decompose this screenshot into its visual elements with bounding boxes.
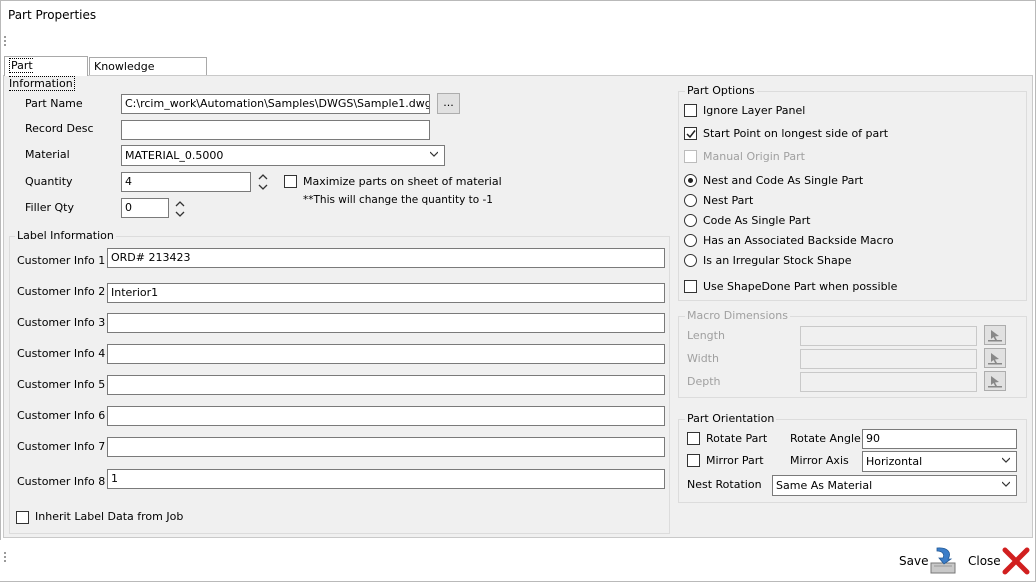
customer-info-3-input[interactable] xyxy=(107,313,665,333)
save-label: Save xyxy=(899,554,929,568)
chevron-down-icon xyxy=(1002,481,1010,487)
customer-info-7-input[interactable] xyxy=(107,437,665,457)
part-name-label: Part Name xyxy=(25,97,83,110)
customer-info-8-label: Customer Info 8 xyxy=(17,475,106,488)
depth-input[interactable] xyxy=(800,372,977,392)
part-name-input[interactable]: C:\rcim_work\Automation\Samples\DWGS\Sam… xyxy=(121,94,430,114)
customer-info-4-label: Customer Info 4 xyxy=(17,347,106,360)
tab-part-information[interactable]: Part Information xyxy=(4,56,88,91)
shapedone-label: Use ShapeDone Part when possible xyxy=(703,280,898,293)
part-orientation-title: Part Orientation xyxy=(685,412,777,425)
radio-nest-part[interactable] xyxy=(684,194,697,207)
ignore-layer-label: Ignore Layer Panel xyxy=(703,104,806,117)
bottom-toolbar-grip[interactable] xyxy=(4,552,8,562)
customer-info-3-label: Customer Info 3 xyxy=(17,316,106,329)
inherit-label-checkbox[interactable] xyxy=(16,511,29,524)
pick-arrow-icon xyxy=(988,376,1002,388)
maximize-checkbox[interactable] xyxy=(284,175,297,188)
customer-info-1-input[interactable]: ORD# 213423 xyxy=(107,248,665,268)
manual-origin-label: Manual Origin Part xyxy=(703,150,805,163)
radio-backside-macro-label: Has an Associated Backside Macro xyxy=(703,234,894,247)
rotate-angle-label: Rotate Angle xyxy=(790,432,861,445)
browse-button[interactable]: ... xyxy=(437,93,460,114)
filler-qty-label: Filler Qty xyxy=(25,201,74,214)
quantity-spinner-icon[interactable] xyxy=(258,173,268,191)
chevron-down-icon xyxy=(430,151,438,157)
save-button[interactable]: Save xyxy=(896,545,962,577)
depth-pick-button[interactable] xyxy=(984,371,1006,391)
customer-info-7-label: Customer Info 7 xyxy=(17,440,106,453)
mirror-axis-dropdown[interactable]: Horizontal xyxy=(862,451,1017,472)
customer-info-6-label: Customer Info 6 xyxy=(17,409,106,422)
nest-rotation-label: Nest Rotation xyxy=(687,478,762,491)
save-tray-icon xyxy=(930,547,956,574)
material-label: Material xyxy=(25,148,70,161)
rotate-part-checkbox[interactable] xyxy=(687,432,700,445)
customer-info-2-label: Customer Info 2 xyxy=(17,285,106,298)
radio-irregular-stock-label: Is an Irregular Stock Shape xyxy=(703,254,852,267)
customer-info-4-input[interactable] xyxy=(107,344,665,364)
rotate-part-label: Rotate Part xyxy=(706,432,768,445)
label-information-title: Label Information xyxy=(15,229,116,242)
customer-info-1-label: Customer Info 1 xyxy=(17,254,106,267)
length-label: Length xyxy=(687,329,725,342)
record-desc-input[interactable] xyxy=(121,120,430,140)
tab-knowledge-information[interactable]: Knowledge Information xyxy=(89,57,207,91)
length-input[interactable] xyxy=(800,326,977,346)
width-pick-button[interactable] xyxy=(984,348,1006,368)
bottom-toolbar xyxy=(0,540,1034,581)
checkmark-icon xyxy=(686,130,696,139)
quantity-input[interactable]: 4 xyxy=(121,172,251,192)
toolbar-grip[interactable] xyxy=(4,36,8,46)
inherit-label-text: Inherit Label Data from Job xyxy=(35,510,184,523)
start-point-label: Start Point on longest side of part xyxy=(703,127,889,140)
maximize-note: **This will change the quantity to -1 xyxy=(303,194,493,206)
mirror-axis-label: Mirror Axis xyxy=(790,454,849,467)
start-point-checkbox[interactable] xyxy=(684,127,697,140)
radio-nest-part-label: Nest Part xyxy=(703,194,754,207)
radio-selected-dot xyxy=(688,178,693,183)
close-button[interactable]: Close xyxy=(964,545,1032,577)
shapedone-checkbox[interactable] xyxy=(684,280,697,293)
radio-irregular-stock[interactable] xyxy=(684,254,697,267)
radio-backside-macro[interactable] xyxy=(684,234,697,247)
pick-arrow-icon xyxy=(988,330,1002,342)
customer-info-5-input[interactable] xyxy=(107,375,665,395)
width-input[interactable] xyxy=(800,349,977,369)
maximize-label: Maximize parts on sheet of material xyxy=(303,175,502,188)
nest-rotation-dropdown[interactable]: Same As Material xyxy=(772,475,1017,496)
material-dropdown[interactable]: MATERIAL_0.5000 xyxy=(121,145,445,166)
part-options-title: Part Options xyxy=(685,84,757,97)
customer-info-2-input[interactable]: Interior1 xyxy=(107,283,665,303)
close-x-icon xyxy=(1002,547,1030,575)
quantity-label: Quantity xyxy=(25,175,73,188)
filler-qty-input[interactable]: 0 xyxy=(121,198,169,218)
depth-label: Depth xyxy=(687,375,721,388)
pick-arrow-icon xyxy=(988,353,1002,365)
manual-origin-checkbox[interactable] xyxy=(684,150,697,163)
radio-nest-and-code[interactable] xyxy=(684,174,697,187)
mirror-part-label: Mirror Part xyxy=(706,454,764,467)
customer-info-6-input[interactable] xyxy=(107,406,665,426)
close-label: Close xyxy=(968,554,1001,568)
ignore-layer-checkbox[interactable] xyxy=(684,104,697,117)
radio-nest-and-code-label: Nest and Code As Single Part xyxy=(703,174,864,187)
customer-info-8-input[interactable]: 1 xyxy=(107,469,665,489)
width-label: Width xyxy=(687,352,719,365)
radio-code-as-single-label: Code As Single Part xyxy=(703,214,811,227)
macro-dimensions-title: Macro Dimensions xyxy=(685,309,790,322)
rotate-angle-input[interactable]: 90 xyxy=(862,429,1017,449)
mirror-part-checkbox[interactable] xyxy=(687,454,700,467)
record-desc-label: Record Desc xyxy=(25,122,94,135)
chevron-down-icon xyxy=(1002,457,1010,463)
radio-code-as-single[interactable] xyxy=(684,214,697,227)
filler-qty-spinner-icon[interactable] xyxy=(175,200,185,218)
window-title: Part Properties xyxy=(8,8,97,22)
customer-info-5-label: Customer Info 5 xyxy=(17,378,106,391)
length-pick-button[interactable] xyxy=(984,325,1006,345)
